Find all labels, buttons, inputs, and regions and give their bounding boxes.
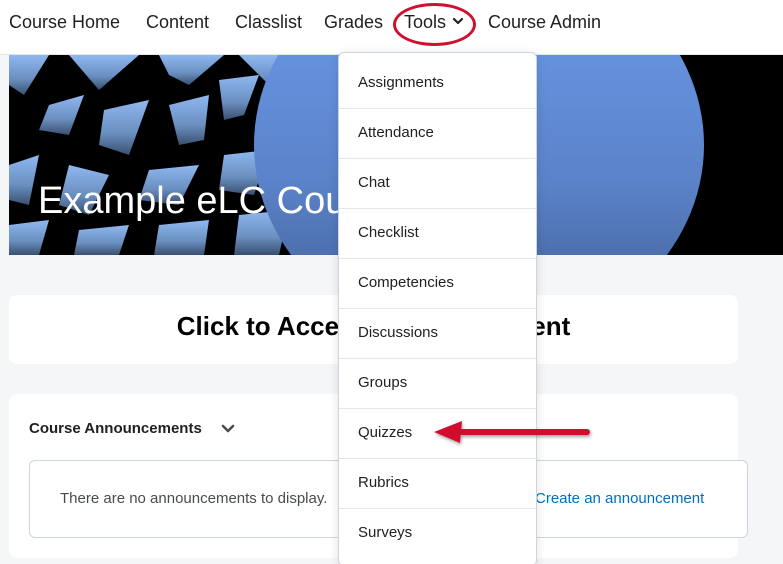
menu-item-label: Rubrics <box>358 474 409 491</box>
nav-course-admin[interactable]: Course Admin <box>488 12 601 33</box>
menu-item-label: Competencies <box>358 274 454 291</box>
announcements-title: Course Announcements <box>29 420 202 437</box>
course-navbar: Course Home Content Classlist Grades Too… <box>0 0 783 55</box>
menu-item-checklist[interactable]: Checklist <box>339 209 536 259</box>
nav-content[interactable]: Content <box>146 12 209 33</box>
nav-course-home[interactable]: Course Home <box>9 12 120 33</box>
menu-item-label: Checklist <box>358 224 419 241</box>
menu-item-competencies[interactable]: Competencies <box>339 259 536 309</box>
create-announcement-link[interactable]: Create an announcement <box>535 490 704 507</box>
chevron-down-icon <box>452 18 464 25</box>
menu-item-attendance[interactable]: Attendance <box>339 109 536 159</box>
menu-item-label: Surveys <box>358 524 413 541</box>
menu-item-label: Assignments <box>358 74 444 91</box>
menu-item-label: Quizzes <box>358 424 413 441</box>
nav-tools[interactable]: Tools <box>404 12 464 33</box>
nav-classlist[interactable]: Classlist <box>235 12 302 33</box>
menu-item-assignments[interactable]: Assignments <box>339 59 536 109</box>
menu-item-discussions[interactable]: Discussions <box>339 309 536 359</box>
nav-tools-label: Tools <box>404 12 447 32</box>
menu-item-label: Attendance <box>358 124 434 141</box>
menu-item-rubrics[interactable]: Rubrics <box>339 459 536 509</box>
chevron-down-icon[interactable] <box>220 421 236 437</box>
tools-dropdown-menu: Assignments Attendance Chat Checklist Co… <box>338 52 537 564</box>
menu-item-quizzes[interactable]: Quizzes <box>339 409 536 459</box>
menu-item-label: Chat <box>358 174 390 191</box>
menu-item-label: Groups <box>358 374 408 391</box>
announcements-empty-text: There are no announcements to display. <box>60 490 328 507</box>
menu-item-surveys[interactable]: Surveys <box>339 509 536 559</box>
nav-grades[interactable]: Grades <box>324 12 383 33</box>
menu-item-chat[interactable]: Chat <box>339 159 536 209</box>
menu-item-groups[interactable]: Groups <box>339 359 536 409</box>
menu-item-label: Discussions <box>358 324 439 341</box>
